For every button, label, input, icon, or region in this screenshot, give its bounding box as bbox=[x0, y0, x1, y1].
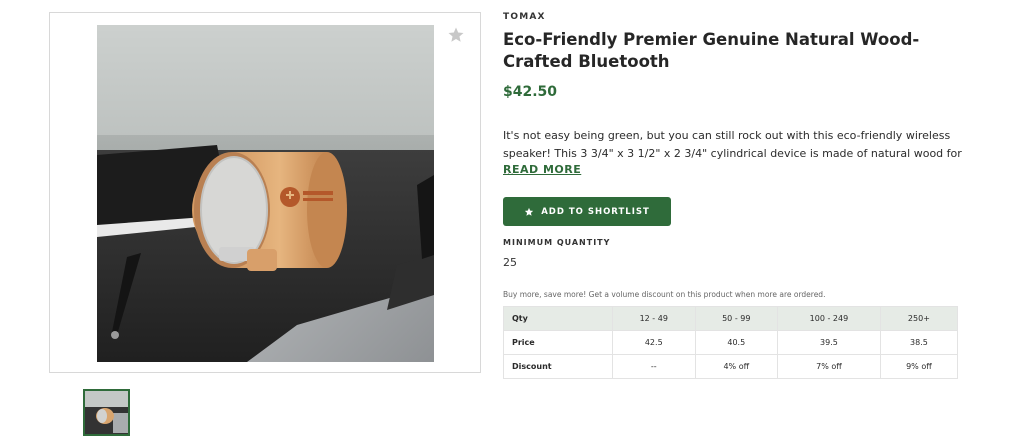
table-header-cell: 250+ bbox=[879, 306, 959, 331]
minimum-quantity-label: MINIMUM QUANTITY bbox=[503, 238, 611, 247]
main-image-frame bbox=[49, 12, 481, 373]
table-cell: 9% off bbox=[879, 354, 959, 379]
volume-pricing-table: Qty 12 - 49 50 - 99 100 - 249 250+ Price… bbox=[503, 306, 959, 379]
read-more-link[interactable]: READ MORE bbox=[503, 163, 581, 176]
table-header-row: Qty 12 - 49 50 - 99 100 - 249 250+ bbox=[503, 306, 959, 331]
star-icon bbox=[448, 27, 464, 42]
table-cell: 7% off bbox=[777, 354, 881, 379]
table-cell: Discount bbox=[503, 354, 613, 379]
table-cell: 40.5 bbox=[694, 330, 779, 355]
table-cell: -- bbox=[612, 354, 696, 379]
volume-discount-note: Buy more, save more! Get a volume discou… bbox=[503, 290, 826, 299]
table-header-cell: 50 - 99 bbox=[694, 306, 779, 331]
speaker-photo bbox=[97, 25, 434, 362]
product-title: Eco-Friendly Premier Genuine Natural Woo… bbox=[503, 30, 920, 71]
table-cell: 39.5 bbox=[777, 330, 881, 355]
speaker-thumbnail bbox=[85, 391, 128, 434]
table-cell: 4% off bbox=[694, 354, 779, 379]
brand-name[interactable]: TOMAX bbox=[503, 12, 546, 22]
table-row: Discount -- 4% off 7% off 9% off bbox=[503, 354, 959, 379]
favorite-button[interactable] bbox=[446, 25, 466, 45]
thumbnail-image[interactable] bbox=[83, 389, 130, 436]
table-row: Price 42.5 40.5 39.5 38.5 bbox=[503, 330, 959, 355]
product-price: $42.50 bbox=[503, 84, 558, 100]
minimum-quantity-value: 25 bbox=[503, 256, 517, 269]
product-main-image[interactable] bbox=[97, 25, 434, 362]
star-icon bbox=[525, 207, 534, 216]
table-header-cell: 12 - 49 bbox=[612, 306, 696, 331]
shortlist-label: ADD TO SHORTLIST bbox=[541, 206, 650, 217]
table-header-cell: 100 - 249 bbox=[777, 306, 881, 331]
table-cell: 42.5 bbox=[612, 330, 696, 355]
table-cell: Price bbox=[503, 330, 613, 355]
add-to-shortlist-button[interactable]: ADD TO SHORTLIST bbox=[503, 197, 671, 226]
table-header-cell: Qty bbox=[503, 306, 613, 331]
table-cell: 38.5 bbox=[879, 330, 959, 355]
